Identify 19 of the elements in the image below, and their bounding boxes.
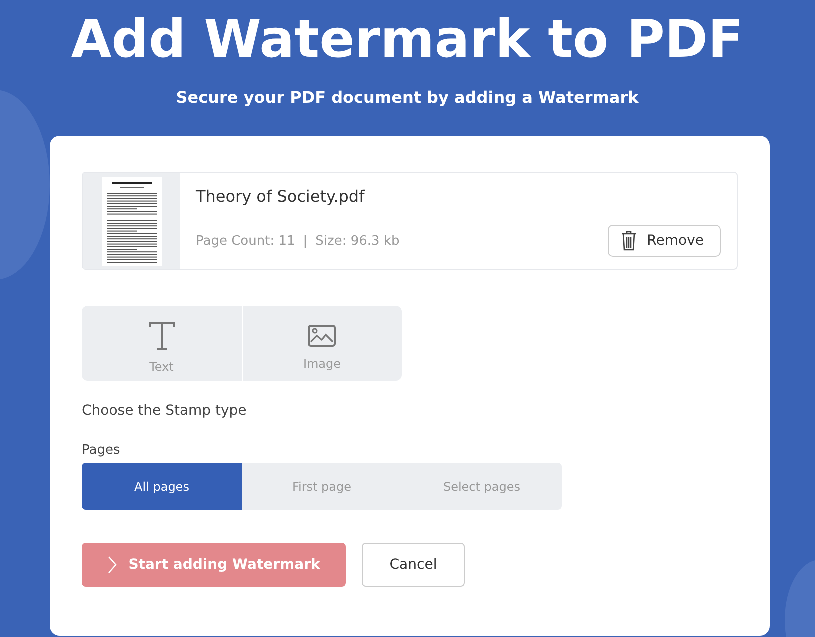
file-size: Size: 96.3 kb (316, 234, 400, 248)
text-icon (148, 322, 175, 350)
trash-icon (621, 231, 638, 251)
pages-option-tab[interactable]: First page (242, 463, 402, 510)
separator: | (303, 234, 308, 248)
stamp-type-tab[interactable]: Text (82, 306, 242, 381)
chevron-right-icon (108, 556, 117, 574)
cancel-button[interactable]: Cancel (362, 543, 465, 587)
stamp-type-hint: Choose the Stamp type (82, 403, 248, 419)
remove-button[interactable]: Remove (608, 225, 721, 257)
pages-option-tab[interactable]: Select pages (402, 463, 562, 510)
pages-option-tab[interactable]: All pages (82, 463, 242, 510)
file-name: Theory of Society.pdf (196, 187, 366, 206)
page-subtitle: Secure your PDF document by adding a Watermark (175, 88, 640, 107)
stamp-type-tab[interactable]: Image (242, 306, 402, 381)
page-title: Add Watermark to PDF (70, 9, 745, 72)
image-icon (308, 324, 336, 346)
pages-label: Pages (82, 443, 122, 458)
page-count: Page Count: 11 (196, 234, 296, 248)
